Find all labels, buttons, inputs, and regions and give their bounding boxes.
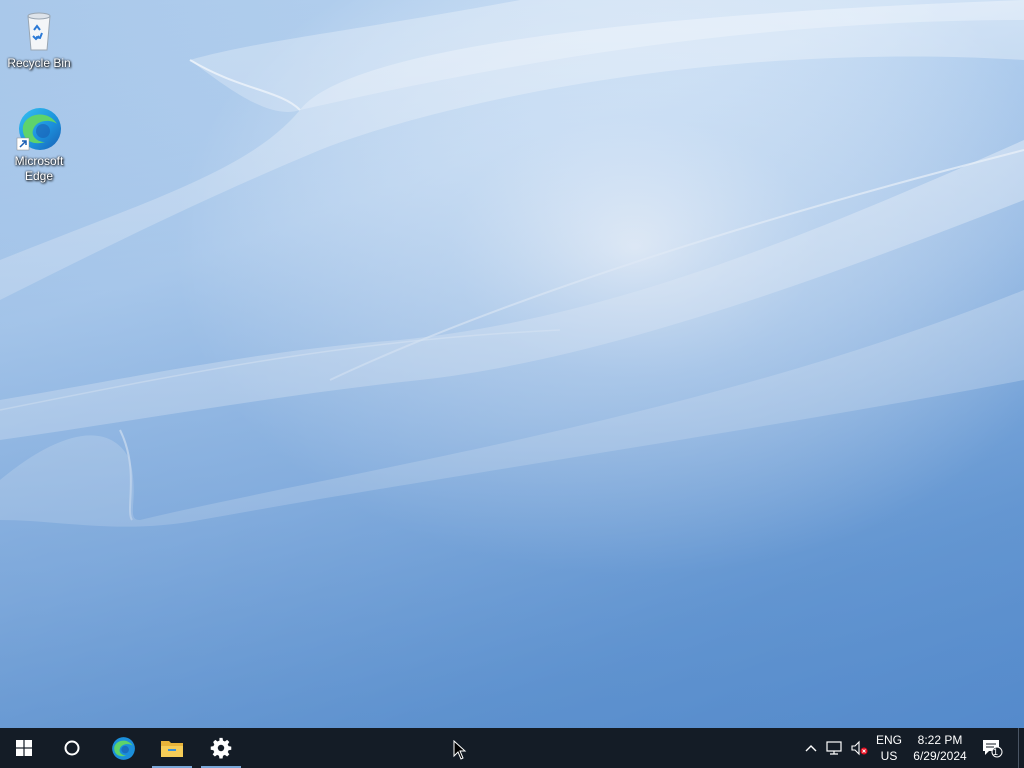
- folder-icon: [161, 741, 183, 757]
- recycle-bin-icon: [15, 6, 63, 54]
- start-button[interactable]: [0, 728, 48, 768]
- network-tray-button[interactable]: [824, 728, 846, 768]
- notification-icon: [983, 740, 1003, 758]
- keyboard-layout: US: [880, 749, 898, 763]
- cortana-search-button[interactable]: [48, 728, 96, 768]
- desktop-icon-label: Microsoft Edge: [14, 154, 64, 183]
- desktop-icon-recycle-bin[interactable]: Recycle Bin: [3, 6, 75, 71]
- taskbar-file-explorer-button[interactable]: [150, 728, 194, 768]
- edge-icon: [15, 104, 63, 152]
- language-code: ENG: [875, 733, 902, 747]
- taskbar-settings-button[interactable]: [199, 728, 243, 768]
- mouse-cursor-icon: [453, 740, 467, 760]
- edge-icon: [112, 737, 135, 760]
- network-icon: [826, 741, 842, 755]
- taskbar: ENG US 8:22 PM 6/29/2024 1: [0, 728, 1024, 768]
- action-center-button[interactable]: 1: [976, 728, 1008, 768]
- wallpaper: [0, 0, 1024, 728]
- clock-time: 8:22 PM: [917, 733, 963, 747]
- windows-start-icon: [16, 740, 32, 756]
- desktop-icon-microsoft-edge[interactable]: Microsoft Edge: [3, 104, 75, 184]
- notification-count: 1: [993, 747, 999, 757]
- volume-muted-icon: [851, 740, 868, 756]
- show-desktop-button[interactable]: [1018, 728, 1024, 768]
- taskbar-edge-button[interactable]: [99, 728, 147, 768]
- input-language-button[interactable]: ENG US: [872, 728, 906, 768]
- volume-tray-button[interactable]: [848, 728, 870, 768]
- gear-icon: [210, 737, 232, 759]
- cortana-circle-icon: [64, 740, 80, 756]
- show-hidden-icons-button[interactable]: [800, 728, 822, 768]
- clock-date: 6/29/2024: [913, 749, 967, 763]
- desktop-icon-label: Recycle Bin: [7, 56, 71, 70]
- desktop[interactable]: Recycle Bin Microsoft Edge: [0, 0, 1024, 728]
- chevron-up-icon: [805, 745, 817, 752]
- clock-button[interactable]: 8:22 PM 6/29/2024: [908, 728, 972, 768]
